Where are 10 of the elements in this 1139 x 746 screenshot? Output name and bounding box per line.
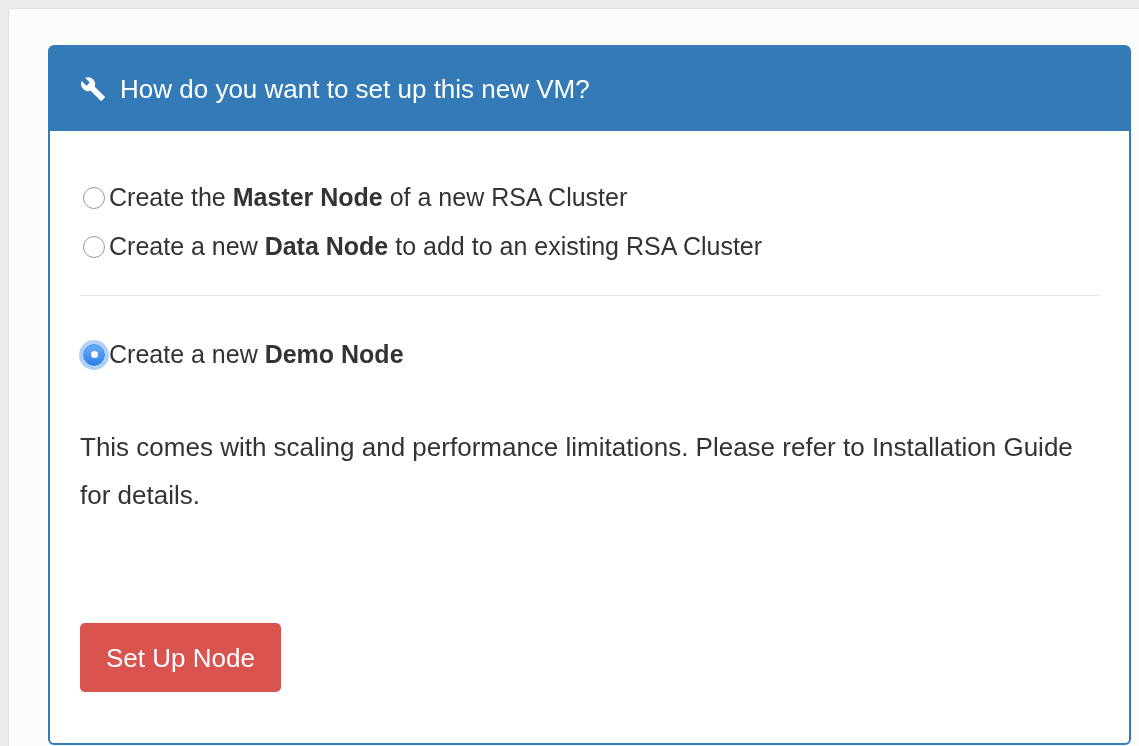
- radio-button[interactable]: [83, 235, 105, 258]
- radio-button[interactable]: [83, 186, 105, 209]
- option-label: Create a new Data Node to add to an existing RSA Cluster: [109, 232, 763, 261]
- panel-title: How do you want to set up this new VM?: [120, 73, 590, 105]
- setup-button[interactable]: Set Up Node: [80, 623, 281, 692]
- wrench-icon: [80, 76, 106, 102]
- info-text: This comes with scaling and performance limitations. Please refer to Installation Guide for details.: [80, 431, 1074, 512]
- radio-button[interactable]: [83, 343, 105, 366]
- option-label: Create a new Demo Node: [109, 340, 404, 369]
- option-label: Create the Master Node of a new RSA Cluster: [109, 183, 628, 212]
